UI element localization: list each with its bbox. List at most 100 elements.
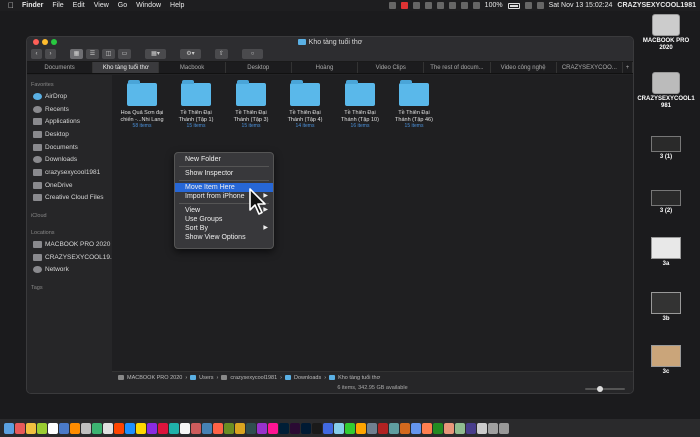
dock-app-icon[interactable] <box>257 422 267 434</box>
tag-icon[interactable]: ○ <box>242 48 263 59</box>
dock-app-icon[interactable] <box>477 422 487 434</box>
status-app-icon[interactable] <box>412 2 420 9</box>
dock-app-icon[interactable] <box>422 422 432 434</box>
dock-app-icon[interactable] <box>224 422 234 434</box>
dock-app-icon[interactable] <box>48 422 58 434</box>
desktop-item-3c[interactable]: 3c <box>633 345 699 376</box>
dock-app-icon[interactable] <box>213 422 223 434</box>
action-gear-icon[interactable]: ⚙▾ <box>180 48 201 59</box>
trash-icon[interactable] <box>499 422 509 434</box>
sidebar-item-creative-cloud[interactable]: Creative Cloud Files <box>27 192 112 205</box>
icon-size-slider[interactable] <box>585 386 625 392</box>
dock-app-icon[interactable] <box>81 422 91 434</box>
dock-app-icon[interactable] <box>15 422 25 434</box>
user-name[interactable]: CRAZYSEXYCOOL1981 <box>617 2 696 9</box>
new-tab-button[interactable]: + <box>623 62 633 73</box>
dock-app-icon[interactable] <box>345 422 355 434</box>
share-icon[interactable]: ⇧ <box>215 48 228 59</box>
control-center-icon[interactable] <box>536 2 544 9</box>
dock-app-icon[interactable] <box>411 422 421 434</box>
sidebar-item-network[interactable]: Network <box>27 264 112 277</box>
menu-help[interactable]: Help <box>170 2 184 9</box>
sidebar-item-airdrop[interactable]: AirDrop <box>27 90 112 103</box>
sidebar-item-onedrive[interactable]: OneDrive <box>27 179 112 192</box>
column-view-button[interactable]: ◫ <box>102 48 115 59</box>
status-app-icon[interactable] <box>388 2 396 9</box>
dock-app-icon[interactable] <box>367 422 377 434</box>
battery-icon[interactable] <box>507 2 520 9</box>
dock-app-icon[interactable] <box>70 422 80 434</box>
dock-app-icon[interactable] <box>466 422 476 434</box>
dock-app-icon[interactable] <box>356 422 366 434</box>
sidebar-item-home[interactable]: crazysexycool1981 <box>27 166 112 179</box>
premiere-icon[interactable] <box>290 422 300 434</box>
dock-app-icon[interactable] <box>180 422 190 434</box>
dock-app-icon[interactable] <box>488 422 498 434</box>
menu-window[interactable]: Window <box>136 2 161 9</box>
folder-item[interactable]: Tề Thiên Đại Thánh (Tập 10) 16 items <box>335 80 385 129</box>
menu-app-finder[interactable]: Finder <box>22 2 43 9</box>
tab-the-rest-of-documents[interactable]: The rest of docum... <box>424 62 491 73</box>
tab-video-clips[interactable]: Video Clips <box>358 62 425 73</box>
dock-app-icon[interactable] <box>125 422 135 434</box>
tab-documents[interactable]: Documents <box>27 62 94 73</box>
folder-item[interactable]: Tề Thiên Đại Thánh (Tập 1) 15 items <box>171 80 221 129</box>
dock-app-icon[interactable] <box>378 422 388 434</box>
dock-app-icon[interactable] <box>169 422 179 434</box>
dock-app-icon[interactable] <box>37 422 47 434</box>
desktop-item-3a[interactable]: 3a <box>633 237 699 268</box>
dock-app-icon[interactable] <box>103 422 113 434</box>
forward-button[interactable]: › <box>45 48 56 59</box>
dock-app-icon[interactable] <box>444 422 454 434</box>
group-button[interactable]: ▦▾ <box>145 48 166 59</box>
back-button[interactable]: ‹ <box>31 48 42 59</box>
photoshop-icon[interactable] <box>279 422 289 434</box>
gallery-view-button[interactable]: ▭ <box>118 48 131 59</box>
menu-item-show-view-options[interactable]: Show View Options <box>175 233 273 242</box>
dock-app-icon[interactable] <box>389 422 399 434</box>
input-source-icon[interactable] <box>460 2 468 9</box>
status-app-icon[interactable] <box>472 2 480 9</box>
menu-item-show-inspector[interactable]: Show Inspector <box>175 169 273 178</box>
dock-app-icon[interactable] <box>400 422 410 434</box>
status-app-icon[interactable] <box>424 2 432 9</box>
dock-app-icon[interactable] <box>59 422 69 434</box>
sidebar-item-recents[interactable]: Recents <box>27 103 112 116</box>
icon-view-button[interactable]: ▦ <box>70 48 83 59</box>
dock-app-icon[interactable] <box>202 422 212 434</box>
sidebar-item-downloads[interactable]: Downloads <box>27 153 112 166</box>
path-item[interactable]: Kho tàng tuổi thơ <box>338 375 380 381</box>
tab-video-cong-nghe[interactable]: Video công nghệ <box>491 62 557 73</box>
menu-file[interactable]: File <box>52 2 63 9</box>
slider-knob[interactable] <box>596 386 603 392</box>
desktop-item-macbook-pro[interactable]: MACBOOK PRO 2020 <box>633 14 699 52</box>
desktop-item-3-2[interactable]: 3 (2) <box>633 190 699 215</box>
folder-item[interactable]: Tề Thiên Đại Thánh (Tập 3) 15 items <box>226 80 276 129</box>
desktop-item-crazysexycool[interactable]: CRAZYSEXYCOOL1 981 <box>633 72 699 110</box>
menu-view[interactable]: View <box>94 2 109 9</box>
dock-app-icon[interactable] <box>433 422 443 434</box>
sidebar-item-applications[interactable]: Applications <box>27 115 112 128</box>
path-item[interactable]: Users <box>199 375 213 381</box>
folder-item[interactable]: Tề Thiên Đại Thánh (Tập 46) 15 items <box>389 80 439 129</box>
dock-app-icon[interactable] <box>323 422 333 434</box>
sidebar-item-desktop[interactable]: Desktop <box>27 128 112 141</box>
dock-app-icon[interactable] <box>158 422 168 434</box>
apple-icon[interactable]:  <box>8 1 16 10</box>
sidebar-item-macbook-pro[interactable]: MACBOOK PRO 2020 <box>27 238 112 251</box>
tab-desktop[interactable]: Desktop <box>226 62 292 73</box>
sidebar-item-documents[interactable]: Documents <box>27 141 112 154</box>
dock-app-icon[interactable] <box>246 422 256 434</box>
desktop-item-3b[interactable]: 3b <box>633 292 699 323</box>
tab-hoang[interactable]: Hoàng <box>292 62 359 73</box>
list-view-button[interactable]: ☰ <box>86 48 99 59</box>
path-item[interactable]: MACBOOK PRO 2020 <box>127 375 182 381</box>
dock-app-icon[interactable] <box>268 422 278 434</box>
desktop-item-3-1[interactable]: 3 (1) <box>633 136 699 161</box>
menu-item-use-groups[interactable]: Use Groups <box>175 215 273 224</box>
dock-app-icon[interactable] <box>26 422 36 434</box>
tab-macbook[interactable]: Macbook <box>159 62 226 73</box>
title-bar[interactable]: Kho tàng tuổi thơ ‹ › ▦ ☰ ◫ ▭ ▦▾ ⚙▾ ⇧ ○ <box>27 37 633 62</box>
sidebar-item-crazysexycool[interactable]: CRAZYSEXYCOOL19... <box>27 251 115 264</box>
dock-app-icon[interactable] <box>334 422 344 434</box>
